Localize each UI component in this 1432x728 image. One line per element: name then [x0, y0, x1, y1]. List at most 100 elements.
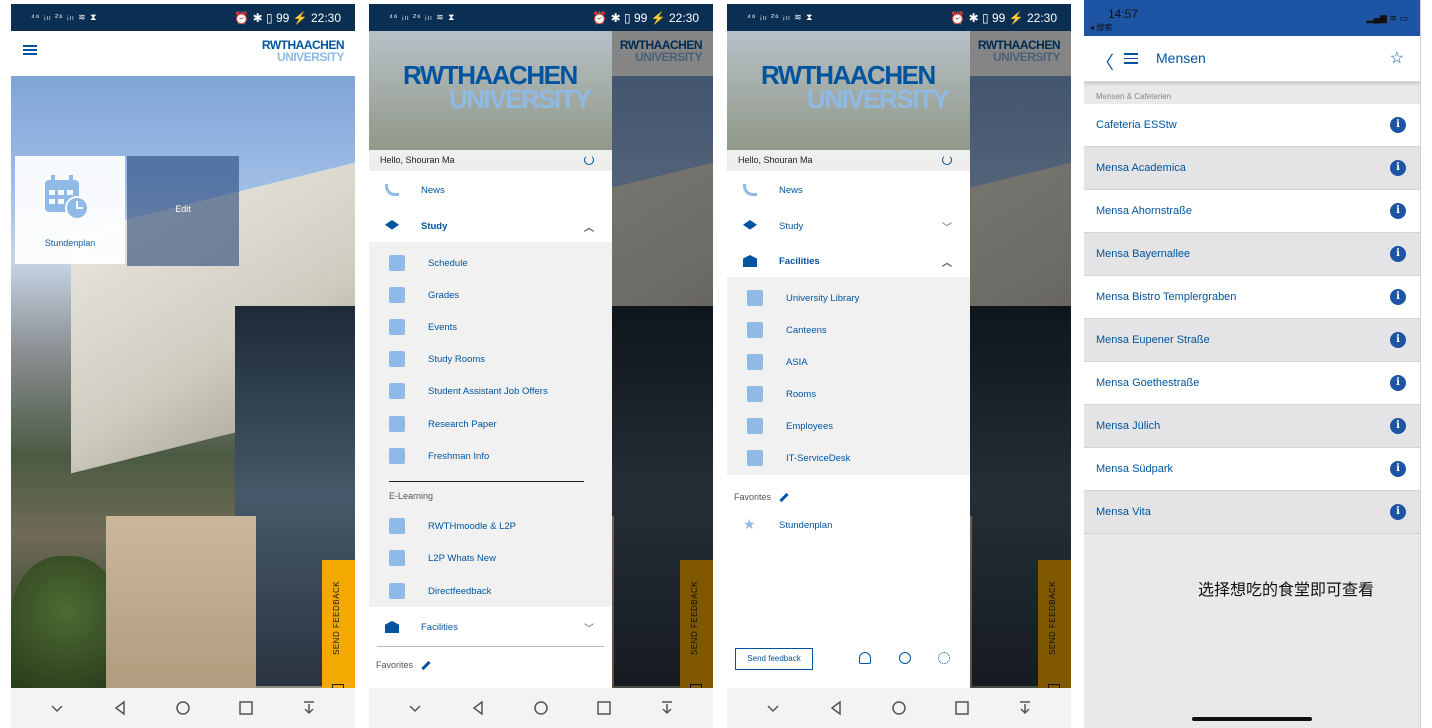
info-icon[interactable]: i: [1390, 160, 1406, 176]
status-bar: ⁴⁶ ᵢₗₗ ²⁶ ᵢₗₗ ≋ ⧗ ⏰ ✱ ▯ 99 ⚡ 22:30: [727, 4, 1071, 31]
menu-item-study[interactable]: Study ﹀: [727, 210, 970, 242]
submenu-item-research-paper[interactable]: Research Paper: [369, 408, 612, 440]
recents-nav-icon[interactable]: [238, 700, 254, 716]
canteen-name: Mensa Vita: [1096, 506, 1151, 518]
home-indicator[interactable]: [1192, 717, 1312, 721]
compass-icon: [389, 448, 405, 464]
back-to-app-link[interactable]: ◂ 搜索: [1090, 22, 1112, 33]
menu-item-facilities[interactable]: Facilities ︿: [727, 245, 970, 277]
info-icon[interactable]: i: [1390, 246, 1406, 262]
canteen-name: Cafeteria ESStw: [1096, 119, 1177, 131]
edit-widget-button[interactable]: Edit: [127, 156, 239, 266]
menu-item-study[interactable]: Study ︿: [369, 210, 612, 242]
back-nav-icon[interactable]: [470, 700, 486, 716]
canteen-row[interactable]: Mensa Ahornstraße i: [1084, 190, 1420, 233]
submenu-item-asia[interactable]: ASIA: [727, 346, 970, 378]
submenu-item-study-rooms[interactable]: Study Rooms: [369, 343, 612, 375]
submenu-item-events[interactable]: Events: [369, 311, 612, 343]
canteen-row[interactable]: Mensa Vita i: [1084, 491, 1420, 534]
menu-item-facilities[interactable]: Facilities ﹀: [369, 611, 612, 643]
home-nav-icon[interactable]: [533, 700, 549, 716]
canteen-row[interactable]: Mensa Academica i: [1084, 147, 1420, 190]
android-nav-bar: [369, 688, 713, 728]
edit-pencil-icon[interactable]: [779, 493, 789, 503]
edit-pencil-icon[interactable]: [421, 661, 431, 671]
user-greeting: Hello, Shouran Ma: [369, 150, 612, 172]
submenu-item-job-offers[interactable]: Student Assistant Job Offers: [369, 375, 612, 407]
info-icon[interactable]: i: [1390, 289, 1406, 305]
submenu-item-freshman-info[interactable]: Freshman Info: [369, 440, 612, 472]
collapse-chevron-icon[interactable]: [49, 700, 65, 716]
collapse-chevron-icon[interactable]: [765, 700, 781, 716]
recents-nav-icon[interactable]: [596, 700, 612, 716]
canteen-row[interactable]: Mensa Südpark i: [1084, 448, 1420, 491]
settings-gear-icon[interactable]: [938, 652, 950, 664]
canteen-row[interactable]: Mensa Eupener Straße i: [1084, 319, 1420, 362]
canteen-row[interactable]: Mensa Jülich i: [1084, 405, 1420, 448]
canteen-name: Mensa Academica: [1096, 162, 1186, 174]
info-icon[interactable]: i: [1390, 375, 1406, 391]
home-nav-icon[interactable]: [891, 700, 907, 716]
back-nav-icon[interactable]: [828, 700, 844, 716]
study-submenu: Schedule Grades Events Study Rooms Stude…: [369, 242, 612, 607]
navigation-drawer: RWTHAACHEN UNIVERSITY Hello, Shouran Ma N…: [727, 31, 970, 688]
rss-icon: [743, 184, 757, 196]
info-icon[interactable]: [899, 652, 911, 664]
submenu-item-employees[interactable]: Employees: [727, 410, 970, 442]
menu-item-news[interactable]: News: [369, 174, 612, 206]
collapse-chevron-icon[interactable]: [407, 700, 423, 716]
recents-nav-icon[interactable]: [954, 700, 970, 716]
stundenplan-widget[interactable]: Stundenplan: [15, 156, 125, 264]
briefcase-icon: [389, 383, 405, 399]
submenu-item-grades[interactable]: Grades: [369, 279, 612, 311]
submenu-item-directfeedback[interactable]: Directfeedback: [369, 575, 612, 607]
download-nav-icon[interactable]: [1017, 700, 1033, 716]
canteen-name: Mensa Jülich: [1096, 420, 1161, 432]
logout-power-icon[interactable]: [584, 155, 594, 165]
canteen-row[interactable]: Mensa Bistro Templergraben i: [1084, 276, 1420, 319]
submenu-item-library[interactable]: University Library: [727, 282, 970, 314]
favorite-item-stundenplan[interactable]: ★ Stundenplan: [727, 509, 970, 541]
submenu-item-it-servicedesk[interactable]: IT-ServiceDesk: [727, 442, 970, 474]
service-icon: [747, 450, 763, 466]
submenu-item-schedule[interactable]: Schedule: [369, 247, 612, 279]
submenu-item-moodle[interactable]: RWTHmoodle & L2P: [369, 510, 612, 542]
rwth-logo-large: RWTHAACHEN UNIVERSITY: [761, 60, 950, 114]
download-nav-icon[interactable]: [659, 700, 675, 716]
canteen-row[interactable]: Mensa Goethestraße i: [1084, 362, 1420, 405]
info-icon[interactable]: i: [1390, 504, 1406, 520]
logout-power-icon[interactable]: [942, 155, 952, 165]
star-icon: ★: [743, 516, 756, 532]
send-feedback-label: SEND FEEDBACK: [332, 580, 341, 655]
canteen-name: Mensa Südpark: [1096, 463, 1174, 475]
page-title: Mensen: [1156, 50, 1206, 66]
rss-icon: [385, 184, 399, 196]
back-nav-icon[interactable]: [112, 700, 128, 716]
divider: [389, 481, 584, 482]
info-icon[interactable]: i: [1390, 461, 1406, 477]
hamburger-menu-icon[interactable]: [23, 45, 37, 55]
favorites-label: Favorites: [734, 492, 789, 503]
favorite-star-icon[interactable]: ☆: [1390, 48, 1404, 68]
download-nav-icon[interactable]: [301, 700, 317, 716]
canteen-row[interactable]: Mensa Bayernallee i: [1084, 233, 1420, 276]
submenu-item-canteens[interactable]: Canteens: [727, 314, 970, 346]
submenu-item-l2p-news[interactable]: L2P Whats New: [369, 542, 612, 574]
back-chevron-icon[interactable]: 〈: [1096, 49, 1114, 75]
menu-item-news[interactable]: News: [727, 174, 970, 206]
info-icon[interactable]: i: [1390, 418, 1406, 434]
send-feedback-button[interactable]: Send feedback: [735, 648, 813, 670]
hamburger-menu-icon[interactable]: [1124, 53, 1138, 64]
submenu-item-rooms[interactable]: Rooms: [727, 378, 970, 410]
info-icon[interactable]: i: [1390, 332, 1406, 348]
info-icon[interactable]: i: [1390, 117, 1406, 133]
chevron-down-icon: ﹀: [942, 222, 952, 234]
chevron-up-icon: ︿: [584, 222, 594, 234]
notification-bell-icon[interactable]: [859, 652, 871, 664]
info-icon[interactable]: i: [1390, 203, 1406, 219]
calendar-clock-icon: [45, 175, 89, 220]
canteen-row[interactable]: Cafeteria ESStw i: [1084, 104, 1420, 147]
home-nav-icon[interactable]: [175, 700, 191, 716]
rwth-logo-large: RWTHAACHEN UNIVERSITY: [403, 60, 592, 114]
section-header: Mensen & Cafeterien: [1096, 92, 1172, 101]
